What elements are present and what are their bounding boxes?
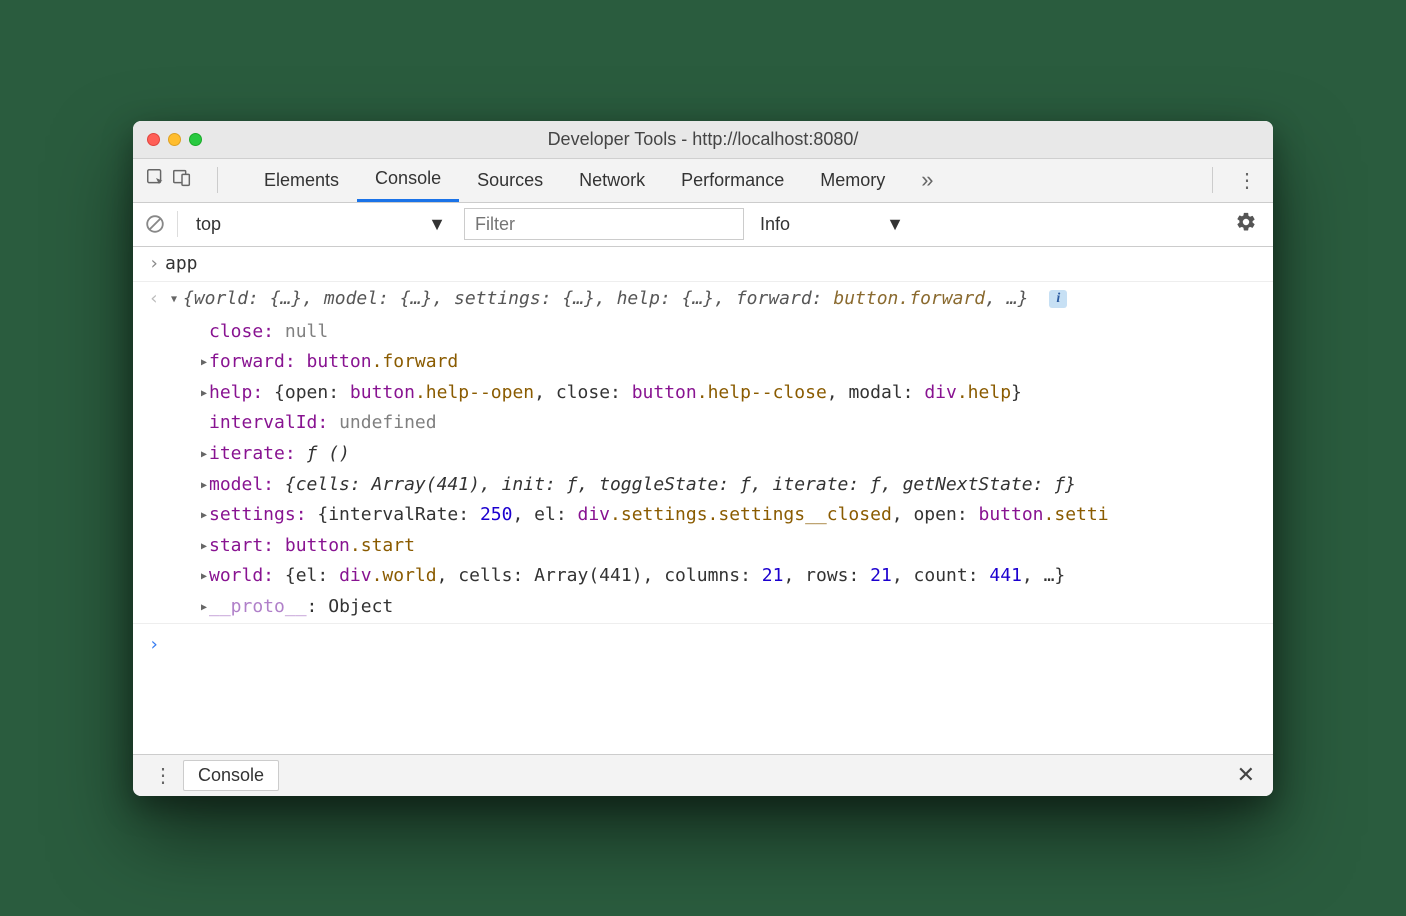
prop-proto[interactable]: __proto__: Object: [189, 592, 1273, 623]
console-input[interactable]: [165, 630, 1263, 661]
console-input-echo: › app: [133, 247, 1273, 282]
devtools-window: Developer Tools - http://localhost:8080/…: [133, 121, 1273, 796]
panel-tabs: Elements Console Sources Network Perform…: [246, 159, 903, 202]
console-output: › app ‹ {world: {…}, model: {…}, setting…: [133, 247, 1273, 754]
chevron-down-icon: ▼: [886, 214, 904, 235]
filter-input[interactable]: [464, 208, 744, 240]
log-level-value: Info: [760, 214, 790, 235]
prop-model[interactable]: model: {cells: Array(441), init: ƒ, togg…: [189, 470, 1273, 501]
prop-close[interactable]: close: null: [189, 317, 1273, 348]
output-chevron-icon: ‹: [143, 284, 165, 315]
zoom-window-button[interactable]: [189, 133, 202, 146]
prop-iterate[interactable]: iterate: ƒ (): [189, 439, 1273, 470]
main-toolbar: Elements Console Sources Network Perform…: [133, 159, 1273, 203]
prop-forward[interactable]: forward: button.forward: [189, 347, 1273, 378]
minimize-window-button[interactable]: [168, 133, 181, 146]
log-level-selector[interactable]: Info ▼: [752, 214, 912, 235]
drawer-bar: ⋮ Console ✕: [133, 754, 1273, 796]
object-summary: {world: {…}, model: {…}, settings: {…}, …: [183, 284, 1263, 315]
drawer-tab-console[interactable]: Console: [183, 760, 279, 791]
clear-console-icon[interactable]: [141, 213, 169, 235]
prop-help[interactable]: help: {open: button.help--open, close: b…: [189, 378, 1273, 409]
info-badge-icon[interactable]: i: [1049, 290, 1067, 308]
separator: [217, 167, 218, 193]
close-window-button[interactable]: [147, 133, 160, 146]
input-chevron-icon: ›: [143, 249, 165, 280]
expand-toggle-icon[interactable]: [165, 284, 183, 315]
prop-intervalid[interactable]: intervalId: undefined: [189, 408, 1273, 439]
separator: [177, 211, 178, 237]
prop-start[interactable]: start: button.start: [189, 531, 1273, 562]
more-tabs-button[interactable]: »: [913, 167, 941, 193]
inspect-element-icon[interactable]: [145, 167, 167, 193]
prompt-chevron-icon: ›: [143, 630, 165, 661]
console-filter-bar: top ▼ Info ▼: [133, 203, 1273, 247]
titlebar: Developer Tools - http://localhost:8080/: [133, 121, 1273, 159]
prop-world[interactable]: world: {el: div.world, cells: Array(441)…: [189, 561, 1273, 592]
console-settings-icon[interactable]: [1235, 211, 1265, 237]
device-toolbar-icon[interactable]: [171, 167, 193, 193]
close-drawer-icon[interactable]: ✕: [1229, 762, 1263, 788]
context-value: top: [196, 214, 221, 235]
chevron-down-icon: ▼: [428, 214, 446, 235]
context-selector[interactable]: top ▼: [186, 208, 456, 240]
tab-performance[interactable]: Performance: [663, 159, 802, 202]
tab-console[interactable]: Console: [357, 159, 459, 202]
tab-sources[interactable]: Sources: [459, 159, 561, 202]
console-prompt-row[interactable]: ›: [133, 623, 1273, 663]
prop-settings[interactable]: settings: {intervalRate: 250, el: div.se…: [189, 500, 1273, 531]
object-properties: close: null forward: button.forward help…: [133, 317, 1273, 623]
drawer-menu-icon[interactable]: ⋮: [143, 763, 183, 788]
customize-menu-icon[interactable]: ⋮: [1227, 168, 1267, 193]
traffic-lights: [133, 133, 202, 146]
separator: [1212, 167, 1213, 193]
input-text: app: [165, 249, 1263, 280]
tab-network[interactable]: Network: [561, 159, 663, 202]
console-result-row[interactable]: ‹ {world: {…}, model: {…}, settings: {…}…: [133, 281, 1273, 317]
window-title: Developer Tools - http://localhost:8080/: [133, 129, 1273, 150]
tab-elements[interactable]: Elements: [246, 159, 357, 202]
tab-memory[interactable]: Memory: [802, 159, 903, 202]
